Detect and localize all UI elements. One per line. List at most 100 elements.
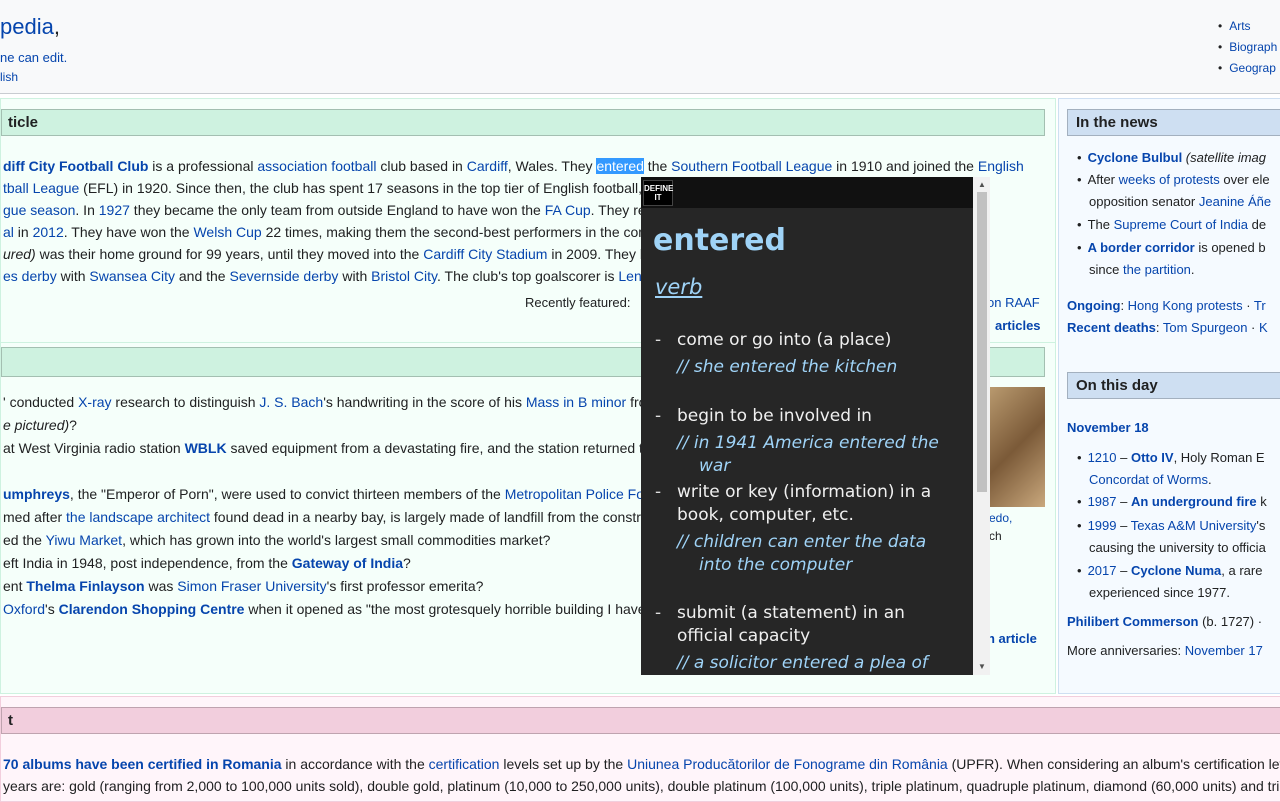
- inline-text: with: [338, 268, 372, 284]
- ongoing-link[interactable]: Hong Kong protests: [1128, 298, 1243, 313]
- inline-text: 's: [1256, 518, 1266, 533]
- inline-text: levels set up by the: [499, 756, 628, 772]
- inline-link[interactable]: diff City Football Club: [3, 158, 148, 174]
- scroll-down-arrow[interactable]: ▼: [978, 662, 986, 671]
- ongoing-label[interactable]: Ongoing: [1067, 298, 1120, 313]
- inline-text: (UPFR). When considering an album's cert…: [947, 756, 1280, 772]
- anyone-can-edit-link[interactable]: ne can edit.: [0, 50, 67, 65]
- inline-link[interactable]: Yiwu Market: [46, 532, 123, 548]
- inline-link[interactable]: Cyclone Numa: [1131, 563, 1221, 578]
- inline-link[interactable]: Thelma Finlayson: [26, 578, 144, 594]
- portal-geography[interactable]: Geograp: [1218, 58, 1277, 79]
- inline-text: , Wales. They: [507, 158, 597, 174]
- inline-text: , Holy Roman E: [1173, 450, 1265, 465]
- inline-link[interactable]: association football: [257, 158, 376, 174]
- bach-manuscript-image[interactable]: [989, 387, 1045, 507]
- inline-link[interactable]: Severnside derby: [229, 268, 338, 284]
- inline-link[interactable]: Cyclone Bulbul: [1088, 150, 1183, 165]
- inline-link[interactable]: Uniunea Producătorilor de Fonograme din …: [627, 756, 948, 772]
- inline-link[interactable]: Bristol City: [371, 268, 437, 284]
- inline-link[interactable]: J. S. Bach: [259, 394, 323, 410]
- inline-text: ent: [3, 578, 27, 594]
- inline-link[interactable]: X-ray: [78, 394, 111, 410]
- portal-arts[interactable]: Arts: [1218, 16, 1277, 37]
- inline-link[interactable]: Simon Fraser University: [177, 578, 326, 594]
- recently-featured-link[interactable]: on RAAF: [987, 295, 1040, 310]
- inline-link[interactable]: An underground fire: [1131, 494, 1257, 509]
- inline-link[interactable]: A border corridor: [1088, 240, 1195, 255]
- inline-text: at West Virginia radio station: [3, 440, 185, 456]
- inline-link[interactable]: Len: [618, 268, 641, 284]
- definition-bullet: -: [655, 406, 662, 426]
- inline-text: , which has grown into the world's large…: [122, 532, 551, 548]
- otd-date-link[interactable]: November 18: [1067, 420, 1149, 435]
- inline-link[interactable]: Cardiff: [467, 158, 508, 174]
- inline-link[interactable]: Concordat of Worms: [1089, 472, 1208, 487]
- text-line: 70 albums have been certified in Romania…: [3, 753, 1280, 775]
- definition-bullet: -: [655, 482, 662, 502]
- definition-text: write or key (information) in a book, co…: [677, 482, 932, 525]
- more-anniversaries-link[interactable]: November 17: [1185, 643, 1263, 658]
- define-popup[interactable]: DEFINE IT entered verb - come or go into (…: [641, 177, 973, 675]
- inline-link[interactable]: Southern Football League: [671, 158, 832, 174]
- news-item: Cyclone Bulbul (satellite imag: [1077, 147, 1266, 169]
- portal-biography[interactable]: Biograph: [1218, 37, 1277, 58]
- inline-link[interactable]: es derby: [3, 268, 57, 284]
- inline-text: is opened b: [1194, 240, 1266, 255]
- inline-text: is a professional: [148, 158, 258, 174]
- on-this-day-item: experienced since 1977.: [1089, 582, 1230, 604]
- inline-link[interactable]: Oxford: [3, 601, 45, 617]
- inline-link[interactable]: umphreys: [3, 486, 70, 502]
- inline-link[interactable]: Otto IV: [1131, 450, 1174, 465]
- inline-link[interactable]: Texas A&M University: [1131, 518, 1257, 533]
- inline-link[interactable]: 2012: [33, 224, 64, 240]
- inline-text: eft India in 1948, post independence, fr…: [3, 555, 292, 571]
- image-caption-link[interactable]: edo,: [989, 511, 1012, 525]
- inline-link[interactable]: 1927: [99, 202, 130, 218]
- inline-link[interactable]: Jeanine Áñe: [1199, 194, 1271, 209]
- inline-link[interactable]: gue season: [3, 202, 75, 218]
- inline-link[interactable]: Metropolitan Police Fo: [505, 486, 644, 502]
- inline-link[interactable]: 1987: [1088, 494, 1117, 509]
- inline-link[interactable]: English: [978, 158, 1024, 174]
- featured-list-heading: t: [1, 707, 1280, 734]
- define-it-logo: DEFINE IT: [643, 180, 673, 206]
- inline-link[interactable]: Supreme Court of India: [1114, 217, 1248, 232]
- scroll-up-arrow[interactable]: ▲: [978, 180, 986, 189]
- inline-link[interactable]: WBLK: [185, 440, 227, 456]
- inline-link[interactable]: Swansea City: [89, 268, 175, 284]
- inline-link[interactable]: Clarendon Shopping Centre: [59, 601, 245, 617]
- inline-link[interactable]: Welsh Cup: [193, 224, 261, 240]
- inline-link[interactable]: al: [3, 224, 14, 240]
- inline-text: ' conducted: [3, 394, 79, 410]
- popup-scrollbar-thumb[interactable]: [977, 192, 987, 492]
- inline-text: The: [1087, 217, 1114, 232]
- inline-link[interactable]: 1210: [1088, 450, 1117, 465]
- inline-text: (satellite imag: [1182, 150, 1266, 165]
- inline-link[interactable]: 2017: [1088, 563, 1117, 578]
- inline-link[interactable]: 70 albums have been certified in Romania: [3, 756, 282, 772]
- inline-link[interactable]: weeks of protests: [1119, 172, 1220, 187]
- archive-articles-link[interactable]: articles: [995, 318, 1041, 333]
- language-link[interactable]: lish: [0, 70, 18, 84]
- inline-link[interactable]: the partition: [1123, 262, 1191, 277]
- on-this-day-item: 2017 – Cyclone Numa, a rare: [1077, 560, 1263, 582]
- inline-link[interactable]: certification: [429, 756, 500, 772]
- text-line: at West Virginia radio station WBLK save…: [3, 437, 651, 459]
- inline-link[interactable]: 1999: [1088, 518, 1117, 533]
- inline-link[interactable]: tball League: [3, 180, 79, 196]
- inline-link[interactable]: FA Cup: [545, 202, 591, 218]
- inline-link[interactable]: Gateway of India: [292, 555, 403, 571]
- inline-link[interactable]: the landscape architect: [66, 509, 210, 525]
- more-anniversaries-label: More anniversaries:: [1067, 643, 1185, 658]
- recent-death-link[interactable]: Tom Spurgeon: [1163, 320, 1248, 335]
- inline-link[interactable]: Cardiff City Stadium: [423, 246, 547, 262]
- on-this-day-item: Concordat of Worms.: [1089, 469, 1212, 491]
- dyk-archive-link[interactable]: n article: [987, 631, 1037, 646]
- inline-link[interactable]: Mass in B minor: [526, 394, 626, 410]
- definition-example: // in 1941 America entered the war: [677, 433, 939, 476]
- birthday-person-link[interactable]: Philibert Commerson: [1067, 614, 1198, 629]
- inline-text: when it opened as "the most grotesquely …: [244, 601, 646, 617]
- recent-deaths-label[interactable]: Recent deaths: [1067, 320, 1156, 335]
- selected-word: entered: [596, 158, 644, 174]
